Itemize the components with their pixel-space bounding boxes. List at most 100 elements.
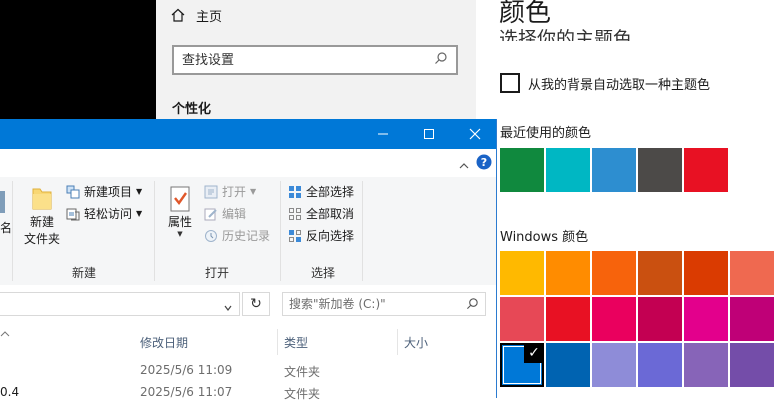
select-group-label: 选择 [311,266,336,280]
new-folder-label-1: 新建 [29,215,54,229]
dropdown-arrow-icon: ▼ [177,230,183,238]
windows-color-swatch[interactable] [500,251,544,295]
dropdown-arrow-icon: ▼ [136,209,143,218]
history-button[interactable]: 历史记录 [204,227,270,244]
maximize-icon [424,129,434,139]
search-icon[interactable] [434,51,448,69]
new-folder-label-2: 文件夹 [23,232,60,246]
explorer-search-box[interactable] [282,292,486,316]
auto-accent-label: 从我的背景自动选取一种主题色 [528,77,711,93]
page-title: 颜色 [499,0,552,28]
history-icon [205,229,217,242]
windows-colors-grid: ✓ [500,251,774,387]
windows-color-swatch[interactable] [638,343,682,387]
windows-color-swatch-selected[interactable]: ✓ [500,343,544,387]
file-list-header: 修改日期 类型 大小 [0,329,496,355]
recent-color-swatch[interactable] [546,148,590,192]
windows-color-swatch[interactable] [546,343,590,387]
windows-color-swatch[interactable] [592,343,636,387]
new-item-button[interactable]: 新建项目 ▼ [66,183,142,200]
recent-colors-title: 最近使用的颜色 [500,126,592,141]
settings-search-box[interactable] [172,45,458,75]
windows-color-swatch[interactable] [638,251,682,295]
chevron-up-icon [459,163,469,169]
collapse-ribbon-button[interactable] [458,156,470,175]
new-item-icon [66,185,80,198]
ribbon-divider [362,181,363,281]
invert-selection-icon [289,229,301,242]
auto-accent-option[interactable]: 从我的背景自动选取一种主题色 [500,73,710,93]
refresh-icon: ↻ [250,296,262,312]
minimize-icon [378,133,388,135]
windows-color-swatch[interactable] [546,251,590,295]
select-all-icon [289,185,301,198]
ribbon-divider [12,181,13,281]
address-history-button[interactable] [223,298,233,317]
easy-access-button[interactable]: 轻松访问 ▼ [66,205,142,222]
windows-color-swatch[interactable] [684,343,728,387]
ribbon-divider [154,181,155,281]
file-date: 2025/5/6 11:07 [140,385,233,399]
recent-color-swatch[interactable] [684,148,728,192]
desktop-background [0,0,156,119]
properties-button[interactable]: 属性 ▼ [163,185,197,238]
windows-color-swatch[interactable] [684,251,728,295]
properties-label: 属性 [167,215,192,229]
table-row[interactable]: 2025/5/6 11:09 文件夹 [0,359,496,381]
explorer-search-input[interactable] [289,297,466,311]
close-icon [469,128,481,140]
settings-search-input[interactable] [182,52,434,68]
windows-color-swatch[interactable] [730,251,774,295]
column-modified-date[interactable]: 修改日期 [134,329,278,355]
file-explorer-window: ? 名 新建 文件夹 新建项目 ▼ 轻松访问 ▼ 新建 属性 ▼ 打开 ▼ 编辑… [0,119,497,401]
help-icon: ? [476,154,492,170]
invert-selection-button[interactable]: 反向选择 [288,227,354,244]
refresh-button[interactable]: ↻ [242,292,270,316]
open-icon [204,185,218,198]
title-bar[interactable] [0,119,496,149]
select-all-button[interactable]: 全部选择 [288,183,354,200]
windows-color-swatch[interactable] [730,297,774,341]
edit-button[interactable]: 编辑 [204,205,246,222]
cut-ribbon-icon [0,191,5,213]
auto-accent-checkbox[interactable] [500,73,520,93]
minimize-button[interactable] [360,119,406,149]
section-title: 个性化 [172,102,212,117]
home-nav-item[interactable]: 主页 [170,4,222,26]
edit-icon [204,208,217,220]
recent-color-swatch[interactable] [500,148,544,192]
select-none-button[interactable]: 全部取消 [288,205,354,222]
column-type[interactable]: 类型 [278,329,398,355]
new-item-label: 新建项目 [84,185,133,199]
maximize-button[interactable] [406,119,452,149]
address-bar[interactable] [0,292,240,316]
windows-color-swatch[interactable] [546,297,590,341]
chevron-down-icon [224,305,232,311]
new-folder-button[interactable]: 新建 文件夹 [22,185,62,247]
close-button[interactable] [452,119,498,149]
sort-up-icon[interactable] [0,323,10,342]
windows-color-swatch[interactable] [730,343,774,387]
table-row[interactable]: 0.4 2025/5/6 11:07 文件夹 [0,381,496,403]
windows-color-swatch[interactable] [500,297,544,341]
file-date: 2025/5/6 11:09 [140,363,233,377]
open-label: 打开 [222,185,247,199]
recent-color-swatch[interactable] [638,148,682,192]
address-row: ↻ [0,285,496,325]
recent-color-swatch[interactable] [592,148,636,192]
windows-colors-title: Windows 颜色 [500,230,589,245]
svg-text:?: ? [481,156,487,169]
column-size[interactable]: 大小 [398,329,488,355]
history-label: 历史记录 [222,229,271,243]
easy-access-label: 轻松访问 [84,207,133,221]
help-button[interactable]: ? [476,154,492,174]
windows-color-swatch[interactable] [638,297,682,341]
open-button[interactable]: 打开 ▼ [204,183,256,200]
windows-color-swatch[interactable] [592,297,636,341]
new-group-label: 新建 [72,266,97,280]
windows-color-swatch[interactable] [684,297,728,341]
windows-color-swatch[interactable] [592,251,636,295]
open-group-label: 打开 [205,266,230,280]
search-icon[interactable] [466,295,479,314]
ribbon-tabs-bar: ? [0,149,496,178]
